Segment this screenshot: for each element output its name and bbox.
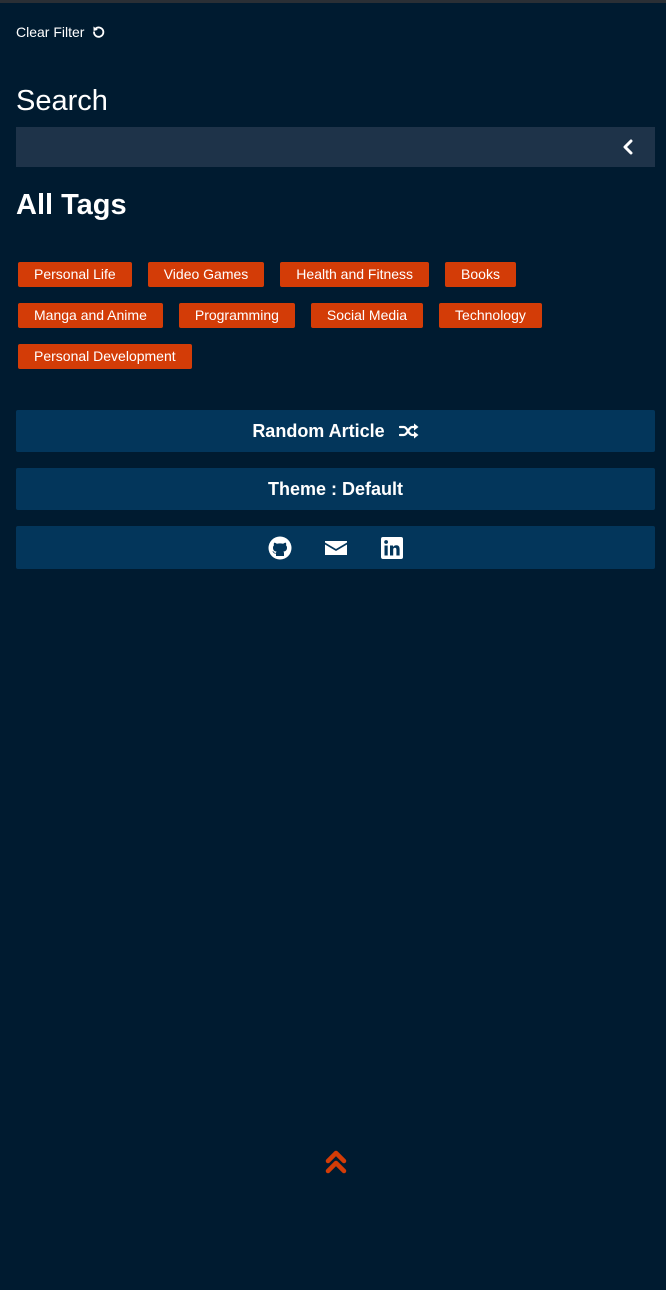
theme-label: Theme : Default — [267, 478, 404, 499]
tag-row: Personal Development — [18, 344, 618, 369]
search-bar — [16, 127, 655, 167]
email-link[interactable] — [324, 536, 348, 560]
shuffle-icon — [398, 423, 419, 439]
clear-filter-label: Clear Filter — [16, 24, 85, 40]
tag-personal-life[interactable]: Personal Life — [18, 262, 132, 287]
github-icon — [268, 536, 291, 559]
double-chevron-up-icon — [325, 1150, 347, 1174]
tag-personal-development[interactable]: Personal Development — [18, 344, 192, 369]
random-article-button[interactable]: Random Article — [16, 410, 655, 452]
search-heading: Search — [16, 85, 108, 117]
tag-row: Personal Life Video Games Health and Fit… — [18, 262, 618, 287]
tag-list: Personal Life Video Games Health and Fit… — [18, 262, 618, 385]
random-article-label: Random Article — [252, 420, 385, 441]
tag-row: Manga and Anime Programming Social Media… — [18, 303, 618, 328]
tag-video-games[interactable]: Video Games — [147, 262, 265, 287]
github-link[interactable] — [268, 536, 292, 560]
linkedin-link[interactable] — [380, 536, 404, 560]
tag-programming[interactable]: Programming — [178, 303, 295, 328]
tag-social-media[interactable]: Social Media — [310, 303, 424, 328]
search-input[interactable] — [16, 127, 596, 167]
top-border — [0, 0, 666, 3]
rotate-left-icon — [93, 26, 105, 38]
search-toggle-button[interactable] — [619, 138, 637, 156]
social-links-bar — [16, 526, 655, 569]
tag-technology[interactable]: Technology — [439, 303, 542, 328]
tag-books[interactable]: Books — [445, 262, 516, 287]
tag-health-and-fitness[interactable]: Health and Fitness — [280, 262, 430, 287]
all-tags-heading: All Tags — [16, 189, 127, 221]
chevron-left-icon — [623, 139, 633, 155]
linkedin-icon — [380, 536, 403, 559]
scroll-to-top-button[interactable] — [324, 1148, 348, 1176]
clear-filter-button[interactable]: Clear Filter — [16, 22, 106, 42]
envelope-icon — [324, 540, 347, 555]
tag-manga-and-anime[interactable]: Manga and Anime — [18, 303, 163, 328]
theme-button[interactable]: Theme : Default — [16, 468, 655, 510]
